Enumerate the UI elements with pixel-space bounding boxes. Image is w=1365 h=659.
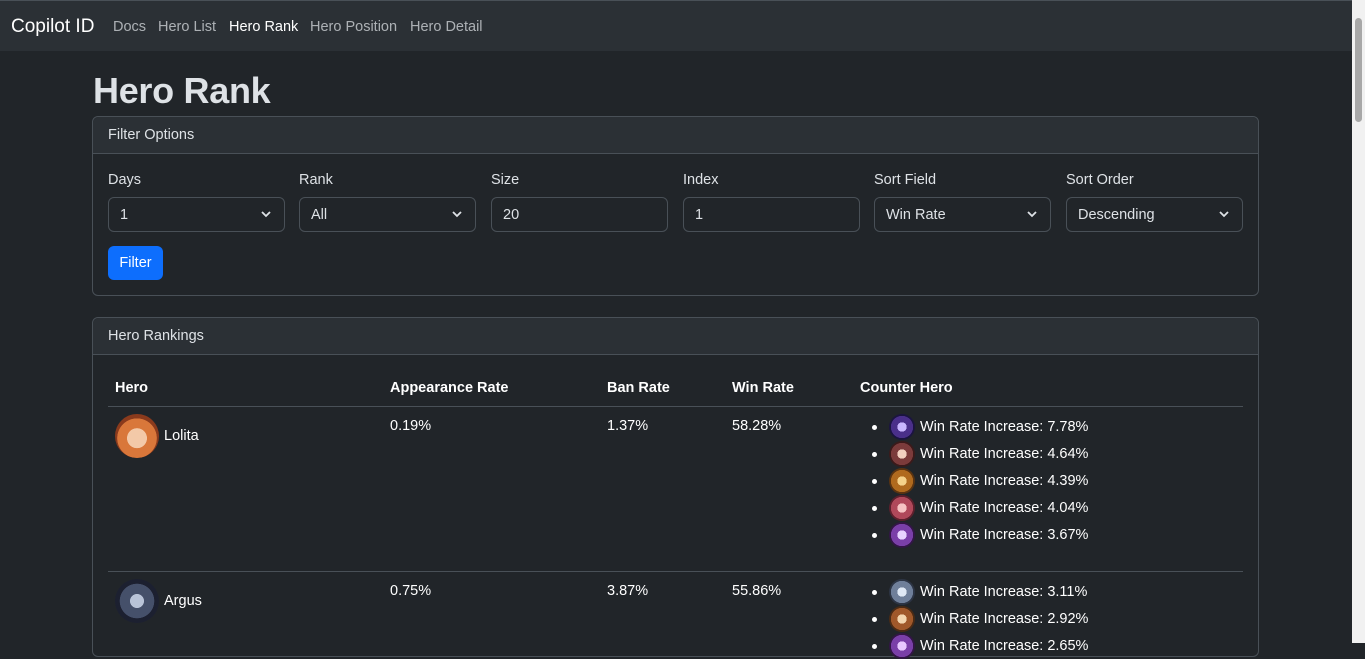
counter-hero-avatar <box>889 633 915 659</box>
win-rate: 55.86% <box>732 583 782 599</box>
bullet-icon <box>872 479 877 484</box>
days-select[interactable]: 1 <box>108 197 285 232</box>
hero-avatar-argus <box>115 579 159 623</box>
counter-win-rate-increase: Win Rate Increase: 4.04% <box>920 500 1089 516</box>
row-divider <box>108 571 1243 572</box>
size-label: Size <box>491 172 520 188</box>
index-label: Index <box>683 172 719 188</box>
page-title: Hero Rank <box>93 70 271 111</box>
rankings-card: Hero Rankings Hero Appearance Rate Ban R… <box>92 317 1259 659</box>
hero-name[interactable]: Argus <box>164 593 202 609</box>
days-value: 1 <box>120 207 129 223</box>
sort-order-select[interactable]: Descending <box>1066 197 1243 232</box>
filter-button[interactable]: Filter <box>108 246 163 280</box>
counter-hero-avatar <box>889 579 915 605</box>
rankings-card-header: Hero Rankings <box>93 318 1258 355</box>
counter-win-rate-increase: Win Rate Increase: 4.39% <box>920 473 1089 489</box>
appearance-rate: 0.19% <box>390 418 432 434</box>
index-input[interactable]: 1 <box>683 197 860 232</box>
hero-avatar-lolita <box>115 414 159 458</box>
ban-rate: 1.37% <box>607 418 649 434</box>
counter-hero-avatar <box>889 606 915 632</box>
counter-hero-avatar <box>889 414 915 440</box>
bullet-icon <box>872 617 877 622</box>
nav-link-hero-rank[interactable]: Hero Rank <box>229 19 298 35</box>
rank-select[interactable]: All <box>299 197 476 232</box>
table-header-divider <box>108 406 1243 407</box>
counter-win-rate-increase: Win Rate Increase: 3.67% <box>920 527 1089 543</box>
counter-hero-avatar <box>889 522 915 548</box>
scrollbar-thumb[interactable] <box>1355 18 1362 122</box>
filter-card-header: Filter Options <box>93 117 1258 154</box>
nav-link-hero-position[interactable]: Hero Position <box>310 19 397 35</box>
rank-value: All <box>311 207 328 223</box>
column-header-ban-rate: Ban Rate <box>607 380 670 396</box>
nav-link-hero-detail[interactable]: Hero Detail <box>410 19 483 35</box>
navbar: Copilot ID Docs Hero List Hero Rank Hero… <box>0 0 1352 51</box>
column-header-counter-hero: Counter Hero <box>860 380 953 396</box>
bullet-icon <box>872 590 877 595</box>
brand-logo[interactable]: Copilot ID <box>11 16 94 38</box>
counter-hero-avatar <box>889 441 915 467</box>
chevron-down-icon <box>1027 211 1037 218</box>
sort-order-label: Sort Order <box>1066 172 1134 188</box>
sort-order-value: Descending <box>1078 207 1155 223</box>
filter-card: Filter Options Days 1 Rank All Size 20 I… <box>92 116 1259 296</box>
sort-field-select[interactable]: Win Rate <box>874 197 1051 232</box>
win-rate: 58.28% <box>732 418 782 434</box>
chevron-down-icon <box>1219 211 1229 218</box>
bullet-icon <box>872 452 877 457</box>
sort-field-value: Win Rate <box>886 207 946 223</box>
counter-win-rate-increase: Win Rate Increase: 2.92% <box>920 611 1089 627</box>
size-input[interactable]: 20 <box>491 197 668 232</box>
nav-link-hero-list[interactable]: Hero List <box>158 19 216 35</box>
bullet-icon <box>872 425 877 430</box>
counter-hero-avatar <box>889 495 915 521</box>
page-scrollbar[interactable] <box>1352 0 1365 643</box>
column-header-win-rate: Win Rate <box>732 380 794 396</box>
counter-win-rate-increase: Win Rate Increase: 2.65% <box>920 638 1089 654</box>
appearance-rate: 0.75% <box>390 583 432 599</box>
chevron-down-icon <box>452 211 462 218</box>
ban-rate: 3.87% <box>607 583 649 599</box>
column-header-hero: Hero <box>115 380 149 396</box>
chevron-down-icon <box>261 211 271 218</box>
bullet-icon <box>872 533 877 538</box>
index-value: 1 <box>695 207 704 223</box>
counter-win-rate-increase: Win Rate Increase: 3.11% <box>920 584 1088 600</box>
counter-win-rate-increase: Win Rate Increase: 4.64% <box>920 446 1089 462</box>
counter-hero-avatar <box>889 468 915 494</box>
hero-name[interactable]: Lolita <box>164 428 199 444</box>
size-value: 20 <box>503 207 520 223</box>
rank-label: Rank <box>299 172 333 188</box>
counter-win-rate-increase: Win Rate Increase: 7.78% <box>920 419 1089 435</box>
bullet-icon <box>872 506 877 511</box>
days-label: Days <box>108 172 142 188</box>
sort-field-label: Sort Field <box>874 172 937 188</box>
nav-link-docs[interactable]: Docs <box>113 19 146 35</box>
bullet-icon <box>872 644 877 649</box>
column-header-appearance-rate: Appearance Rate <box>390 380 509 396</box>
